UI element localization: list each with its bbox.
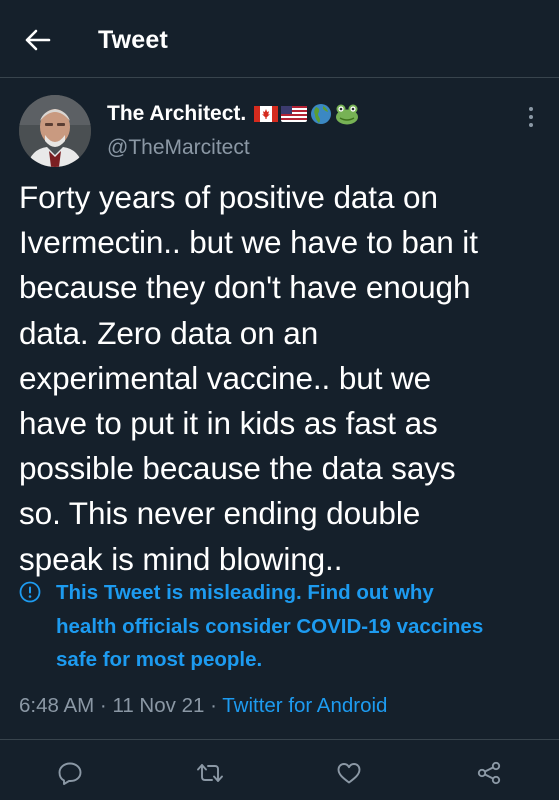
reply-icon — [58, 762, 82, 785]
tweet-source-link[interactable]: Twitter for Android — [222, 694, 387, 717]
reply-button[interactable] — [55, 758, 85, 788]
page-title: Tweet — [98, 26, 168, 54]
divider — [0, 739, 559, 740]
tweet-time: 6:48 AM — [19, 694, 95, 717]
like-icon — [337, 763, 361, 784]
author-emoji-flags — [254, 103, 359, 125]
tweet-text: Forty years of positive data on Ivermect… — [19, 179, 478, 577]
share-button[interactable] — [474, 758, 504, 788]
retweet-icon — [197, 764, 223, 782]
tweet-meta: 6:48 AM · 11 Nov 21 · Twitter for Androi… — [19, 691, 387, 721]
author-handle[interactable]: @TheMarcitect — [107, 134, 250, 162]
more-options-button[interactable] — [520, 104, 542, 130]
top-bar: Tweet — [0, 0, 559, 78]
avatar[interactable] — [19, 95, 91, 167]
author-name-row[interactable]: The Architect. — [107, 100, 359, 128]
flag-usa-icon — [281, 106, 308, 122]
share-icon — [477, 761, 501, 785]
more-vertical-icon — [529, 107, 533, 127]
meta-separator: · — [210, 694, 217, 717]
like-button[interactable] — [334, 758, 364, 788]
author-name: The Architect. — [107, 102, 247, 125]
retweet-button[interactable] — [195, 758, 225, 788]
frog-icon — [336, 104, 359, 125]
back-button[interactable] — [22, 24, 54, 56]
exclamation-circle-icon — [19, 581, 41, 603]
globe-americas-icon — [311, 104, 332, 124]
tweet-date: 11 Nov 21 — [112, 694, 205, 717]
avatar-image — [19, 95, 91, 167]
flag-canada-icon — [254, 106, 279, 122]
misleading-notice-link[interactable]: This Tweet is misleading. Find out why h… — [56, 576, 551, 677]
arrow-left-icon — [25, 29, 51, 51]
meta-separator: · — [99, 694, 107, 717]
